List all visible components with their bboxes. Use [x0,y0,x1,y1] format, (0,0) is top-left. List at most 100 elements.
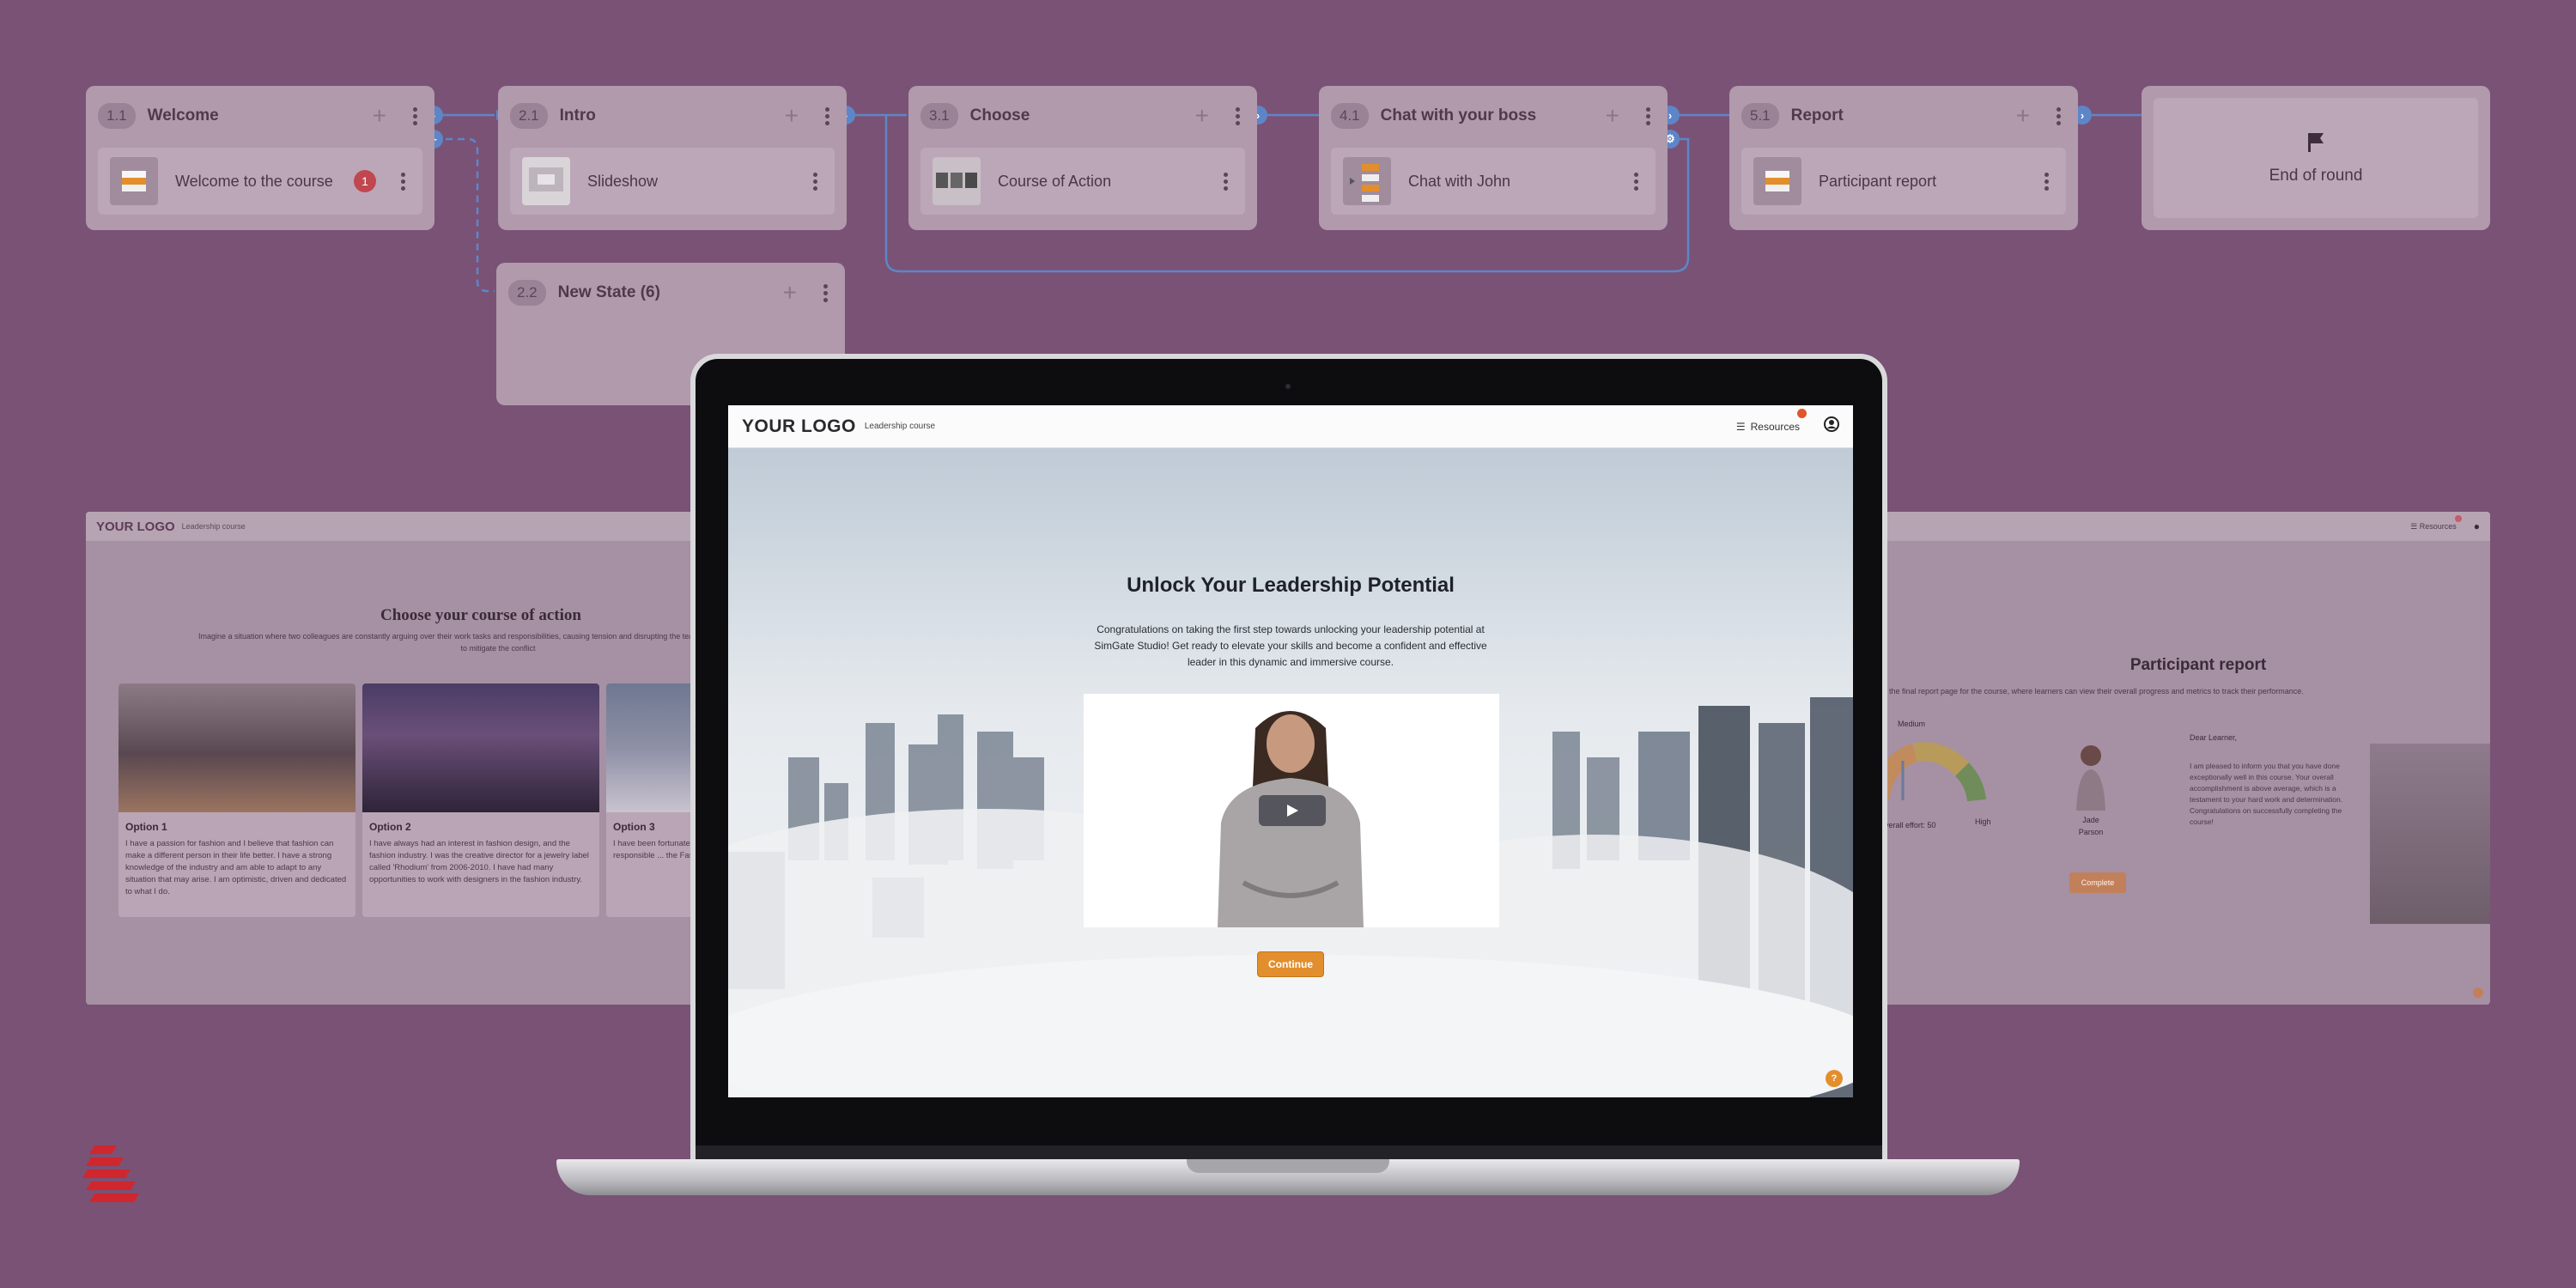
logo: YOUR LOGO [96,519,175,534]
state-title: Welcome [147,106,219,125]
page-title: Unlock Your Leadership Potential [1127,574,1455,597]
resources-button[interactable]: ☰ Resources [1735,408,1807,433]
resources-link[interactable]: ☰ Resources [2410,514,2462,532]
state-title: Chat with your boss [1380,106,1537,125]
letter-body: I am pleased to inform you that you have… [2190,762,2343,826]
more-options-icon[interactable] [2038,172,2054,191]
help-icon[interactable]: ? [1826,1070,1843,1087]
state-item-label: Welcome to the course [175,172,333,190]
laptop-hinge [696,1145,1882,1159]
stack-icon [1753,157,1801,205]
state-number: 3.1 [920,103,958,129]
add-item-button[interactable]: + [783,281,797,305]
more-options-icon[interactable] [1218,172,1233,191]
letter-greeting: Dear Learner, [2190,733,2238,742]
page-title: Choose your course of action [380,606,581,624]
resources-icon: ☰ [1735,420,1746,433]
preview-header: ☰ Resources ● [1872,512,2490,541]
state-card-intro[interactable]: 2.1 Intro + Slideshow [498,86,847,230]
state-item[interactable]: Welcome to the course 1 [98,148,422,215]
more-options-icon[interactable] [395,172,410,191]
option-text: I have always had an interest in fashion… [369,839,589,884]
laptop-screen: YOUR LOGO Leadership course ☰ Resources … [728,405,1853,1097]
preview-header: YOUR LOGO Leadership course [86,512,721,541]
avatar [2071,742,2111,811]
gauge-label-high: High [1975,817,1991,826]
option-card[interactable]: Option 1 I have a passion for fashion an… [118,683,355,917]
complete-button[interactable]: Complete [2069,872,2126,893]
brand-logo-icon [82,1145,139,1202]
video-player[interactable] [1084,694,1499,927]
person-last-name: Parson [2078,828,2104,836]
state-item[interactable]: Participant report [1741,148,2066,215]
option-title: Option 1 [125,821,167,833]
course-of-action-preview: YOUR LOGO Leadership course Choose your … [86,512,721,1005]
state-number: 5.1 [1741,103,1779,129]
participant-report-preview: ☰ Resources ● Participant report the fin… [1872,512,2490,1005]
more-options-icon[interactable] [817,283,833,302]
notification-dot [1797,408,1807,418]
city-background [2370,744,2490,924]
end-of-round-label: End of round [2269,166,2363,185]
play-icon[interactable] [1259,795,1326,826]
state-title: Report [1790,106,1844,125]
landscape-image [118,683,355,812]
option-card[interactable]: Option 2 I have always had an interest i… [362,683,599,917]
more-options-icon[interactable] [2050,106,2066,125]
slideshow-icon [522,157,570,205]
city-image [362,683,599,812]
state-card-report[interactable]: 5.1 Report + Participant report [1729,86,2078,230]
state-title: New State (6) [557,283,660,301]
state-item[interactable]: Course of Action [920,148,1245,215]
more-options-icon[interactable] [1230,106,1245,125]
add-item-button[interactable]: + [373,104,386,128]
state-number: 2.1 [510,103,548,129]
report-subtitle: the final report page for the course, wh… [1889,687,2304,696]
stack-icon [110,157,158,205]
more-options-icon[interactable] [819,106,835,125]
flag-icon [2306,131,2325,156]
webcam [1285,384,1291,389]
state-item-label: Chat with John [1408,172,1511,190]
user-icon[interactable]: ● [2474,520,2480,532]
course-name: Leadership course [864,422,936,431]
more-options-icon[interactable] [1628,172,1643,191]
add-item-button[interactable]: + [1606,104,1619,128]
notification-badge: 1 [354,170,376,192]
intro-text: Congratulations on taking the first step… [1094,623,1487,668]
add-item-button[interactable]: + [2016,104,2030,128]
gauge-label-medium: Medium [1898,720,1926,728]
more-options-icon[interactable] [407,106,422,125]
state-title: Intro [559,106,596,125]
state-number: 1.1 [98,103,136,129]
end-of-round-card[interactable]: End of round [2142,86,2490,230]
user-icon[interactable] [1824,416,1839,436]
state-item-label: Participant report [1819,172,1937,190]
logo[interactable]: YOUR LOGO [742,416,856,437]
state-card-choose[interactable]: 3.1 Choose + Course of Action [908,86,1257,230]
gauge-caption: overall effort: 50 [1880,821,1936,829]
course-name: Leadership course [181,522,246,531]
state-title: Choose [969,106,1030,125]
add-item-button[interactable]: + [1195,104,1209,128]
help-button[interactable] [2473,987,2483,998]
add-item-button[interactable]: + [785,104,799,128]
option-text: I have a passion for fashion and I belie… [125,839,347,896]
state-item-label: Course of Action [998,172,1112,190]
intro-text: Imagine a situation where two colleagues… [197,632,721,641]
resources-label: Resources [1750,420,1800,433]
state-card-chat[interactable]: 4.1 Chat with your boss + Chat with John [1319,86,1668,230]
report-title: Participant report [2129,656,2267,674]
app-header: YOUR LOGO Leadership course ☰ Resources [728,405,1853,448]
continue-button[interactable]: Continue [1257,951,1324,977]
laptop-notch [1187,1159,1389,1173]
state-card-welcome[interactable]: 1.1 Welcome + Welcome to the course 1 [86,86,434,230]
state-item[interactable]: Slideshow [510,148,835,215]
state-item[interactable]: Chat with John [1331,148,1656,215]
more-options-icon[interactable] [807,172,823,191]
effort-gauge [1872,742,1986,802]
more-options-icon[interactable] [1640,106,1656,125]
state-number: 4.1 [1331,103,1369,129]
person-first-name: Jade [2082,816,2099,824]
options-grid-icon [933,157,981,205]
